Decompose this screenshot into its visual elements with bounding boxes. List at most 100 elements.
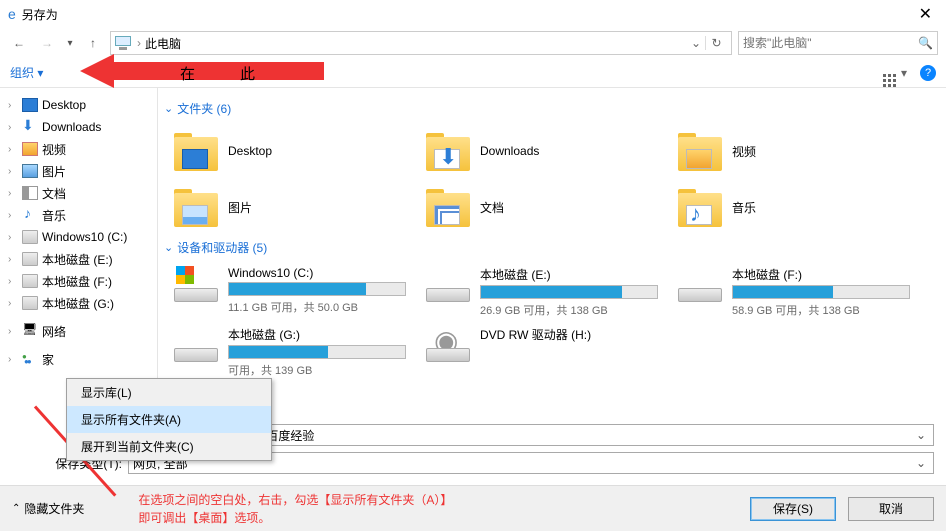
folder-icon <box>426 187 470 227</box>
capacity-bar <box>732 285 910 299</box>
folder-label: 视频 <box>732 143 756 160</box>
search-icon[interactable]: 🔍 <box>918 36 933 50</box>
search-input[interactable] <box>743 36 918 50</box>
annotation-arrow: 在 此 <box>80 58 324 86</box>
address-bar[interactable]: › 此电脑 ⌄ ↻ <box>110 31 732 55</box>
drive-icon <box>426 326 470 362</box>
folder-icon <box>174 187 218 227</box>
chevron-right-icon: › <box>8 232 18 243</box>
folder-item[interactable]: Desktop <box>164 123 416 179</box>
folder-item[interactable]: 视频 <box>668 123 920 179</box>
hide-folders-toggle[interactable]: ⌃ 隐藏文件夹 <box>12 500 84 517</box>
tree-item[interactable]: ›Downloads <box>0 116 157 138</box>
drive-icon <box>426 266 470 302</box>
folder-icon <box>678 131 722 171</box>
save-button[interactable]: 保存(S) <box>750 497 836 521</box>
back-button[interactable]: ← <box>8 32 30 54</box>
tree-item[interactable]: ›网络 <box>0 320 157 342</box>
i-vid-icon <box>22 142 38 156</box>
drives-header[interactable]: ⌄ 设备和驱动器 (5) <box>164 239 946 256</box>
tree-item[interactable]: › Windows10 (C:) <box>0 226 157 248</box>
i-pic-icon <box>22 164 38 178</box>
drive-item[interactable]: 本地磁盘 (E:) 26.9 GB 可用，共 138 GB <box>416 262 668 322</box>
tree-item-label: 视频 <box>42 141 66 158</box>
folder-item[interactable]: 图片 <box>164 179 416 235</box>
help-button[interactable]: ? <box>920 65 936 81</box>
drive-icon <box>174 326 218 362</box>
tree-item[interactable]: ›文档 <box>0 182 157 204</box>
i-net-icon <box>22 324 38 338</box>
chevron-down-icon[interactable]: ⌄ <box>913 428 929 442</box>
nav-tree: ›Desktop›Downloads›视频›图片›文档›音乐›Windows10… <box>0 88 158 416</box>
tree-item[interactable]: ›视频 <box>0 138 157 160</box>
cancel-button[interactable]: 取消 <box>848 497 934 521</box>
drive-name: 本地磁盘 (E:) <box>480 266 658 283</box>
drive-name: DVD RW 驱动器 (H:) <box>480 326 658 343</box>
tree-item[interactable]: › Desktop <box>0 94 157 116</box>
recent-button[interactable]: ▾ <box>64 32 76 54</box>
address-dropdown[interactable]: ⌄ <box>687 36 705 50</box>
folder-item[interactable]: 文档 <box>416 179 668 235</box>
drive-item[interactable]: 本地磁盘 (F:)58.9 GB 可用，共 138 GB <box>668 262 920 322</box>
view-options-button[interactable]: ▾ <box>882 66 908 80</box>
tree-item-label: 音乐 <box>42 207 66 224</box>
tree-item-label: 图片 <box>42 163 66 180</box>
i-dsk-icon <box>22 252 38 266</box>
tree-item-label: Downloads <box>42 120 101 134</box>
context-menu-item[interactable]: 显示库(L) <box>67 379 271 406</box>
tree-item[interactable]: › 音乐 <box>0 204 157 226</box>
chevron-up-icon: ⌃ <box>12 503 20 514</box>
close-button[interactable]: ✕ <box>913 4 938 24</box>
drive-item[interactable]: DVD RW 驱动器 (H:) <box>416 322 668 382</box>
tree-item[interactable]: › 本地磁盘 (G:) <box>0 292 157 314</box>
i-home-icon <box>22 352 38 366</box>
chevron-right-icon: › <box>8 276 18 287</box>
chevron-right-icon: › <box>8 100 18 111</box>
drive-free-text: 可用，共 139 GB <box>228 362 406 378</box>
i-dsk-icon <box>22 274 38 288</box>
folder-icon <box>678 187 722 227</box>
tree-item-label: 网络 <box>42 323 66 340</box>
i-desk-icon <box>22 98 38 112</box>
tree-item[interactable]: ›家 <box>0 348 157 370</box>
folders-header[interactable]: ⌄ 文件夹 (6) <box>164 100 946 117</box>
tree-item[interactable]: ›本地磁盘 (E:) <box>0 248 157 270</box>
capacity-bar <box>228 345 406 359</box>
organize-button[interactable]: 组织 ▾ <box>10 64 43 81</box>
drive-free-text: 26.9 GB 可用，共 138 GB <box>480 302 658 318</box>
i-doc-icon <box>22 186 38 200</box>
tree-item-label: Desktop <box>42 98 86 112</box>
chevron-right-icon: › <box>8 298 18 309</box>
ie-icon: e <box>8 6 16 22</box>
up-button[interactable]: ↑ <box>82 32 104 54</box>
folder-item[interactable]: Downloads <box>416 123 668 179</box>
folder-label: Desktop <box>228 144 272 158</box>
tree-item[interactable]: › 本地磁盘 (F:) <box>0 270 157 292</box>
refresh-button[interactable]: ↻ <box>705 36 727 50</box>
folder-label: 音乐 <box>732 199 756 216</box>
chevron-right-icon: › <box>8 210 18 221</box>
tree-item-label: 本地磁盘 (G:) <box>42 295 114 312</box>
drive-item[interactable]: 本地磁盘 (G:) 可用，共 139 GB <box>164 322 416 382</box>
folder-item[interactable]: 音乐 <box>668 179 920 235</box>
drive-item[interactable]: Windows10 (C:)11.1 GB 可用，共 50.0 GB <box>164 262 416 322</box>
breadcrumb-this-pc[interactable]: 此电脑 <box>141 33 185 54</box>
chevron-right-icon: › <box>8 166 18 177</box>
chevron-right-icon: › <box>8 254 18 265</box>
search-box[interactable]: 🔍 <box>738 31 938 55</box>
tree-item-label: 本地磁盘 (F:) <box>42 273 112 290</box>
drive-name: 本地磁盘 (G:) <box>228 326 406 343</box>
tree-item-label: Windows10 (C:) <box>42 230 127 244</box>
window-title: 另存为 <box>22 6 913 23</box>
capacity-bar <box>228 282 406 296</box>
chevron-down-icon[interactable]: ⌄ <box>913 456 929 470</box>
drive-name: Windows10 (C:) <box>228 266 406 280</box>
folder-label: 图片 <box>228 199 252 216</box>
tree-item[interactable]: › 图片 <box>0 160 157 182</box>
tree-item-label: 文档 <box>42 185 66 202</box>
context-menu-item[interactable]: 显示所有文件夹(A) <box>67 406 271 433</box>
context-menu-item[interactable]: 展开到当前文件夹(C) <box>67 433 271 460</box>
context-menu: 显示库(L)显示所有文件夹(A)展开到当前文件夹(C) <box>66 378 272 461</box>
drive-icon <box>678 266 722 302</box>
folder-icon <box>426 131 470 171</box>
